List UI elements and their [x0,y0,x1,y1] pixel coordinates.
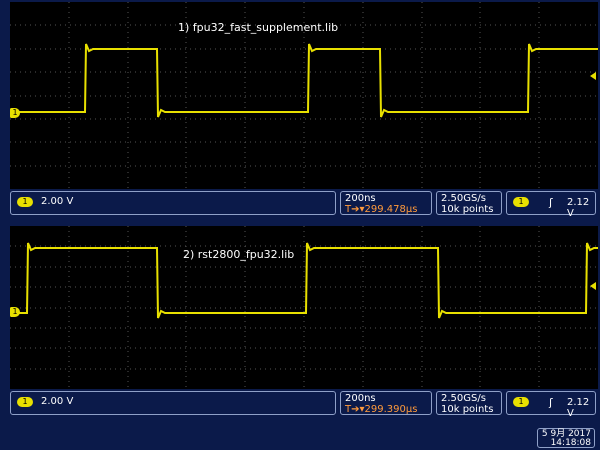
date-time-readout: 5 9月 2017 14:18:08 [537,428,595,448]
waveform-display-2[interactable]: 2) rst2800_fpu32.lib 1 [10,226,598,389]
record-length: 10k points [441,404,494,415]
volts-per-div: 2.00 V [41,196,74,207]
trigger-box-1[interactable]: 1 ʃ 2.12 V [506,191,596,219]
time-text: 14:18:08 [550,438,591,448]
record-length: 10k points [441,204,494,215]
waveform-title-1: 1) fpu32_fast_supplement.lib [178,21,339,34]
trigger-channel-badge: 1 [513,197,529,207]
timebase-value: 200ns [345,193,376,204]
timebase-value: 200ns [345,393,376,404]
waveform-title-2: 2) rst2800_fpu32.lib [183,248,295,261]
trigger-channel-badge: 1 [513,397,529,407]
trigger-level-marker-icon [590,282,596,290]
acquisition-box-1[interactable]: 2.50GS/s 10k points [436,191,502,215]
waveform-display-1[interactable]: 1) fpu32_fast_supplement.lib 1 [10,2,598,189]
status-bar-1: 1 2.00 V 200ns T➔▾299.478μs 2.50GS/s 10k… [10,190,598,219]
channel-1-ground-marker[interactable]: 1 [10,108,20,118]
sample-rate: 2.50GS/s [441,393,486,404]
sample-rate: 2.50GS/s [441,193,486,204]
timebase-box-1[interactable]: 200ns T➔▾299.478μs [340,191,432,215]
waveform-trace-2 [10,226,598,389]
trigger-level: 2.12 V [567,397,590,419]
trigger-box-2[interactable]: 1 ʃ 2.12 V [506,391,596,419]
channel-scale-box-2[interactable]: 1 2.00 V [10,391,336,415]
channel-1-badge: 1 [17,397,33,407]
channel-1-badge: 1 [17,197,33,207]
acquisition-box-2[interactable]: 2.50GS/s 10k points [436,391,502,415]
horizontal-delay: T➔▾299.390μs [345,404,418,415]
delay-arrow-icon: T➔▾ [345,204,365,215]
trigger-level: 2.12 V [567,197,590,219]
channel-1-ground-marker[interactable]: 1 [10,307,20,317]
channel-scale-box-1[interactable]: 1 2.00 V [10,191,336,215]
timebase-box-2[interactable]: 200ns T➔▾299.390μs [340,391,432,415]
volts-per-div: 2.00 V [41,396,74,407]
rising-edge-icon: ʃ [549,196,553,209]
rising-edge-icon: ʃ [549,396,553,409]
status-bar-2: 1 2.00 V 200ns T➔▾299.390μs 2.50GS/s 10k… [10,390,598,419]
trigger-level-marker-icon [590,72,596,80]
horizontal-delay: T➔▾299.478μs [345,204,418,215]
delay-arrow-icon: T➔▾ [345,404,365,415]
